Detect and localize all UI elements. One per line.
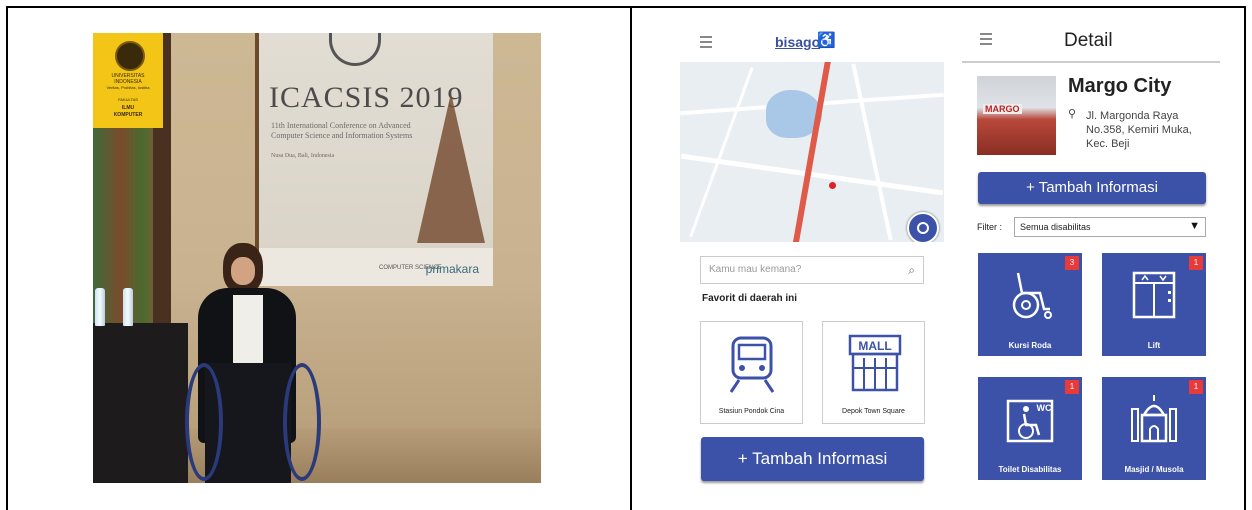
count-badge: 1 bbox=[1065, 380, 1079, 394]
menu-icon[interactable] bbox=[980, 33, 992, 45]
add-info-button[interactable]: + Tambah Informasi bbox=[978, 172, 1206, 204]
facility-label: Lift bbox=[1147, 341, 1161, 350]
facility-label: Toilet Disabilitas bbox=[998, 465, 1062, 474]
favorites-title: Favorit di daerah ini bbox=[702, 293, 798, 304]
favorite-label: Depok Town Square bbox=[842, 408, 905, 415]
count-badge: 1 bbox=[1189, 256, 1203, 270]
facility-tile-lift[interactable]: 1 Lift bbox=[1102, 253, 1206, 356]
app-home-screen: bisago ♿ Kamu mau kemana? ⌕ Favorit di d… bbox=[680, 25, 945, 505]
facility-label: Masjid / Musola bbox=[1124, 465, 1184, 474]
logo-line: KOMPUTER bbox=[113, 112, 143, 118]
main-road bbox=[789, 62, 833, 242]
wheelchair-icon: ♿ bbox=[817, 32, 836, 49]
panel-divider bbox=[630, 6, 632, 510]
favorite-label: Stasiun Pondok Cina bbox=[718, 408, 785, 415]
place-address: Jl. Margonda Raya No.358, Kemiri Muka, K… bbox=[1086, 110, 1192, 150]
logo-line: Veritas, Probitas, Iustitia bbox=[106, 85, 150, 90]
banner-footer-brand: primakara bbox=[425, 262, 479, 276]
filter-label: Filter : bbox=[977, 222, 1003, 232]
place-photo-sign: MARGO bbox=[983, 104, 1022, 114]
water-bottle bbox=[123, 288, 133, 326]
location-icon: ⚲ bbox=[1068, 108, 1077, 120]
conference-banner: ICACSIS 2019 11th International Conferen… bbox=[255, 33, 493, 286]
search-placeholder: Kamu mau kemana? bbox=[709, 264, 802, 275]
facility-tile-toilet[interactable]: 1 WC Toilet Disabilitas bbox=[978, 377, 1082, 480]
banner-footer: COMPUTER SCIENCE primakara bbox=[259, 248, 493, 286]
facility-tile-mosque[interactable]: 1 Masjid / Musola bbox=[1102, 377, 1206, 480]
favorite-card[interactable]: Stasiun Pondok Cina bbox=[700, 321, 803, 424]
page-title: Detail bbox=[1064, 30, 1113, 51]
seal-icon bbox=[115, 41, 145, 71]
top-bar: bisago ♿ bbox=[680, 25, 945, 61]
filter-select[interactable]: Semua disabilitas ▼ bbox=[1014, 217, 1206, 237]
favorite-card[interactable]: MALL Depok Town Square bbox=[822, 321, 925, 424]
header-divider bbox=[962, 61, 1220, 63]
wheelchair-icon bbox=[1012, 272, 1052, 319]
university-logo: UNIVERSITAS INDONESIA Veritas, Probitas,… bbox=[93, 33, 163, 128]
place-name: Margo City bbox=[1068, 75, 1172, 97]
conference-photo: UNIVERSITAS INDONESIA Veritas, Probitas,… bbox=[93, 33, 541, 483]
search-icon[interactable]: ⌕ bbox=[908, 263, 915, 278]
train-icon bbox=[729, 336, 775, 393]
elevator-icon bbox=[1132, 271, 1176, 319]
app-detail-screen: Detail MARGO Margo City ⚲ Jl. Margonda R… bbox=[962, 25, 1222, 505]
banner-subtitle: 11th International Conference on Advance… bbox=[271, 121, 413, 140]
my-location-button[interactable] bbox=[907, 212, 939, 242]
water-bottle bbox=[95, 288, 105, 326]
search-input[interactable]: Kamu mau kemana? ⌕ bbox=[700, 256, 924, 284]
add-info-button[interactable]: + Tambah Informasi bbox=[701, 437, 924, 481]
count-badge: 3 bbox=[1065, 256, 1079, 270]
dark-table bbox=[93, 323, 188, 483]
facility-label: Kursi Roda bbox=[1008, 341, 1052, 350]
logo-line: FAKULTAS bbox=[118, 97, 138, 102]
mosque-icon bbox=[1131, 395, 1177, 443]
mall-icon: MALL bbox=[848, 334, 902, 392]
logo-line: ILMU bbox=[121, 105, 135, 111]
menu-icon[interactable] bbox=[700, 36, 712, 48]
count-badge: 1 bbox=[1189, 380, 1203, 394]
map-view[interactable] bbox=[680, 62, 944, 242]
wheelchair-wheel bbox=[283, 363, 321, 481]
facility-tile-wheelchair[interactable]: 3 Kursi Roda bbox=[978, 253, 1082, 356]
place-photo: MARGO bbox=[977, 76, 1056, 155]
temple-illustration bbox=[417, 93, 485, 243]
wheelchair-wheel bbox=[185, 363, 223, 481]
mall-sign: MALL bbox=[858, 339, 891, 353]
brand-logo: bisago bbox=[775, 34, 821, 50]
chevron-down-icon: ▼ bbox=[1189, 220, 1200, 232]
banner-location: Nusa Dua, Bali, Indonesia bbox=[271, 153, 335, 159]
filter-value: Semua disabilitas bbox=[1020, 222, 1091, 232]
wc-sign: WC bbox=[1037, 403, 1052, 413]
accessible-toilet-icon: WC bbox=[1006, 399, 1054, 443]
location-pin-icon[interactable] bbox=[829, 182, 836, 189]
emblem-icon bbox=[329, 33, 381, 66]
